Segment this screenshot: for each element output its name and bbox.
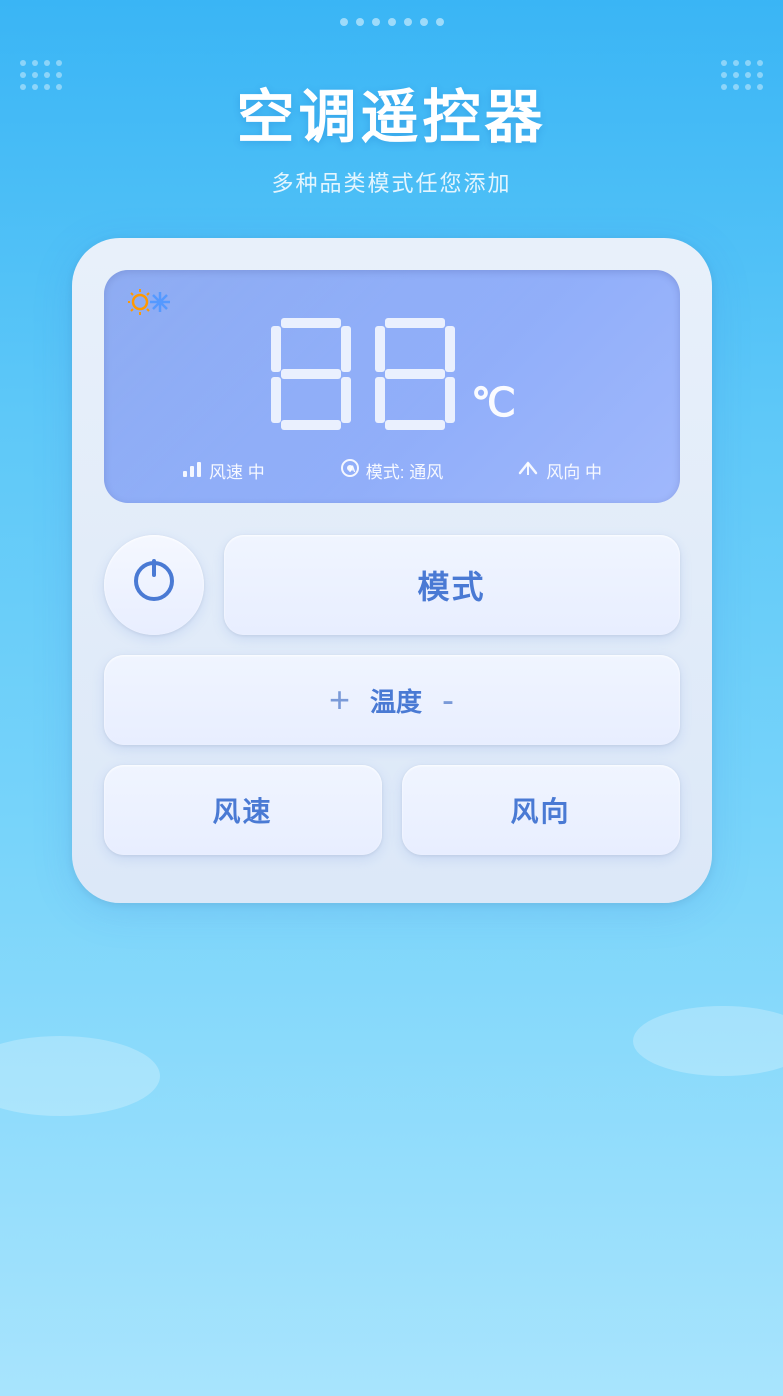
app-subtitle: 多种品类模式任您添加 bbox=[0, 166, 783, 198]
mode-status: A 模式: 通风 bbox=[340, 458, 443, 483]
power-button[interactable] bbox=[104, 535, 204, 635]
wind-speed-label: 风速 中 bbox=[209, 458, 265, 483]
cloud-left bbox=[0, 1036, 160, 1116]
status-bar: 风速 中 A 模式: 通风 bbox=[136, 458, 648, 483]
mode-label: 模式: 通风 bbox=[366, 458, 443, 483]
temperature-button[interactable]: + 温度 - bbox=[104, 655, 680, 745]
row-power-mode: 模式 bbox=[104, 535, 680, 635]
row-wind: 风速 风向 bbox=[104, 765, 680, 855]
mode-icon: A bbox=[340, 458, 360, 483]
temp-label: 温度 bbox=[370, 682, 422, 719]
display-screen: ℃ 风速 中 A bbox=[104, 270, 680, 503]
power-icon bbox=[134, 561, 174, 610]
wind-dir-status: 风向 中 bbox=[518, 458, 602, 483]
celsius-unit: ℃ bbox=[471, 380, 516, 426]
app-title: 空调遥控器 bbox=[0, 70, 783, 154]
remote-control: ℃ 风速 中 A bbox=[72, 238, 712, 903]
wind-dir-button[interactable]: 风向 bbox=[402, 765, 680, 855]
temp-minus-sign: - bbox=[442, 679, 454, 721]
row-temperature: + 温度 - bbox=[104, 655, 680, 745]
header: 空调遥控器 多种品类模式任您添加 bbox=[0, 0, 783, 198]
buttons-section: 模式 + 温度 - 风速 风向 bbox=[104, 535, 680, 855]
temp-digit-left bbox=[267, 314, 355, 434]
wind-dir-label: 风向 中 bbox=[546, 458, 602, 483]
ac-mode-icon bbox=[128, 288, 172, 323]
temp-digit-right bbox=[371, 314, 459, 434]
wind-speed-button[interactable]: 风速 bbox=[104, 765, 382, 855]
svg-text:A: A bbox=[349, 464, 356, 474]
mode-button[interactable]: 模式 bbox=[224, 535, 680, 635]
temperature-display: ℃ bbox=[136, 294, 648, 450]
wind-speed-icon bbox=[181, 459, 203, 482]
wind-speed-status: 风速 中 bbox=[181, 458, 265, 483]
cloud-right bbox=[633, 1006, 783, 1076]
wind-dir-icon bbox=[518, 459, 540, 482]
temp-plus-sign: + bbox=[329, 679, 350, 721]
